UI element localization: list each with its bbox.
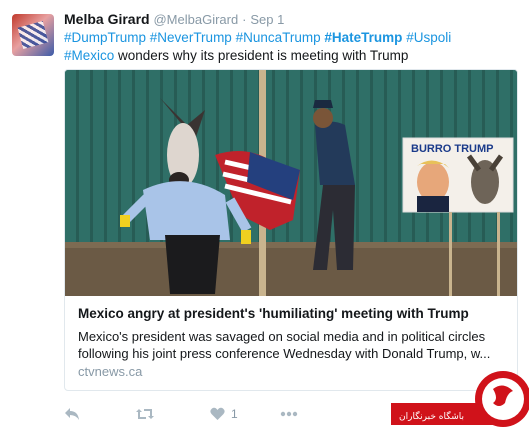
more-icon (280, 411, 298, 417)
watermark-text: باشگاه خبرنگاران (399, 410, 464, 422)
hashtag-link[interactable]: #Uspoli (406, 30, 451, 45)
watermark-logo: باشگاه خبرنگاران (391, 371, 529, 427)
card-photo[interactable]: BURRO TRUMP (65, 70, 517, 296)
separator: · (242, 12, 247, 27)
avatar[interactable] (12, 14, 54, 56)
tweet-header: Melba Girard @MelbaGirard · Sep 1 (64, 11, 284, 27)
reply-button[interactable] (64, 404, 80, 424)
retweet-button[interactable] (136, 404, 154, 424)
watermark-badge: باشگاه خبرنگاران (389, 363, 529, 433)
author-handle[interactable]: @MelbaGirard (153, 12, 238, 27)
more-button[interactable] (280, 404, 298, 424)
like-button[interactable]: 1 (210, 404, 238, 424)
photo-sign-text: BURRO TRUMP (411, 143, 494, 155)
reply-icon (65, 408, 79, 420)
card-title[interactable]: Mexico angry at president's 'humiliating… (78, 306, 508, 321)
hashtag-link[interactable]: #NeverTrump (150, 30, 232, 45)
tweet-actions: 1 (64, 404, 324, 424)
card-domain[interactable]: ctvnews.ca (78, 364, 142, 379)
like-count: 1 (231, 407, 238, 421)
hashtag-link[interactable]: #NuncaTrump (236, 30, 321, 45)
hashtag-link[interactable]: #HateTrump (324, 30, 402, 45)
card-description: Mexico's president was savaged on social… (78, 329, 491, 361)
link-card[interactable]: BURRO TRUMP Mexico angry at president's … (64, 69, 518, 391)
hashtag-link[interactable]: #DumpTrump (64, 30, 146, 45)
tweet-text: #DumpTrump #NeverTrump #NuncaTrump #Hate… (64, 29, 519, 65)
photo-illustration: BURRO TRUMP (65, 70, 517, 296)
tweet-body-text: wonders why its president is meeting wit… (114, 48, 409, 63)
retweet-icon (136, 409, 154, 419)
author-name[interactable]: Melba Girard (64, 11, 150, 27)
hashtag-link[interactable]: #Mexico (64, 48, 114, 63)
heart-icon (210, 407, 225, 420)
timestamp[interactable]: Sep 1 (250, 12, 284, 27)
